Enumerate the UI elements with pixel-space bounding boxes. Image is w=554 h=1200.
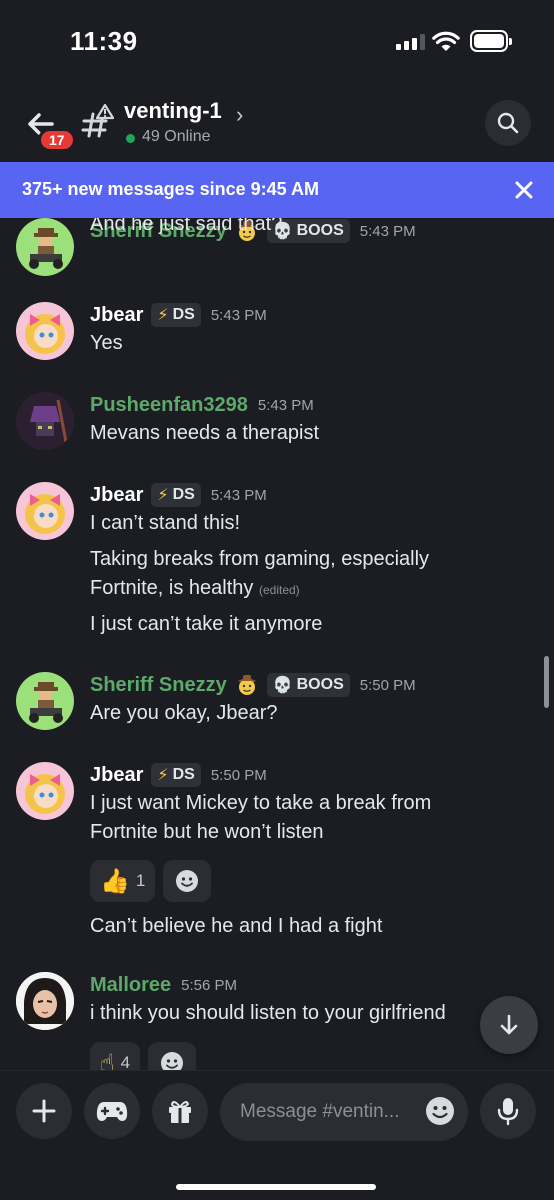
scrollbar-thumb[interactable] [544,656,549,708]
anime-girl-avatar-image [25,494,65,534]
timestamp: 5:43 PM [257,396,314,414]
author-name[interactable]: Sheriff Snezzy [90,674,227,697]
message-text: I can’t stand this! [90,512,241,534]
role-tag[interactable]: 💀 BOOS [266,673,350,697]
cowboy-kart-avatar-image [29,682,63,723]
message-text: I just can’t take it anymore [90,613,323,635]
message-text-fragment: Fortnite, is healthy [90,577,254,599]
avatar[interactable] [16,972,74,1030]
timestamp: 5:43 PM [210,306,267,324]
skull-icon: 💀 [272,677,293,694]
gift-button[interactable] [152,1083,208,1139]
reaction-count: 1 [135,871,146,890]
role-tag[interactable]: ⚡ DS [151,303,201,327]
avatar[interactable] [16,302,74,360]
message-list[interactable]: Sheriff Snezzy 💀 BOOS 5:43 PM And he just… [0,218,554,1070]
online-count: 49 Online [142,128,211,145]
home-indicator[interactable] [176,1184,376,1190]
add-reaction-smiley-icon [161,1052,184,1070]
activities-button[interactable] [84,1083,140,1139]
avatar[interactable] [16,392,74,450]
channel-header: 17 venting-1 › 49 Online [0,84,554,162]
pixel-character-avatar-image [16,392,74,450]
role-tag-label: DS [172,486,195,503]
add-reaction-smiley-icon [176,870,199,892]
jump-to-latest-button[interactable] [480,996,538,1054]
pointing-up-icon: ☝ [100,1049,115,1071]
add-attachment-button[interactable] [16,1083,72,1139]
thumbs-up-icon: 👍 [100,867,130,895]
battery-icon [470,30,512,52]
message-text: Mevans needs a therapist [90,422,320,444]
message-input[interactable]: Message #ventin... [220,1083,468,1141]
avatar[interactable] [16,762,74,820]
avatar[interactable] [16,482,74,540]
timestamp: 5:56 PM [181,976,238,994]
microphone-icon [497,1098,519,1126]
voice-message-button[interactable] [480,1083,536,1139]
timestamp: 5:50 PM [359,676,416,694]
role-tag-label: BOOS [296,676,344,693]
author-name[interactable]: Jbear [90,304,143,327]
role-tag[interactable]: ⚡ DS [151,763,201,787]
author-name[interactable]: Jbear [90,764,143,787]
cowboy-emoji-icon [237,675,256,695]
wifi-icon [432,31,460,51]
plus-icon [32,1099,56,1123]
cowboy-kart-avatar-image [29,228,63,269]
author-name[interactable]: Malloree [90,974,171,997]
message-text: Are you okay, Jbear? [90,702,278,724]
message-text: Taking breaks from gaming, especially [90,548,430,570]
lightning-icon: ⚡ [157,307,169,324]
add-reaction-button[interactable] [163,860,212,902]
search-button[interactable] [485,100,531,146]
avatar[interactable] [16,218,74,276]
timestamp: 5:50 PM [210,766,267,784]
search-icon [497,112,519,134]
message-text: And he just said that? [90,218,283,235]
message-text: Fortnite but he won’t listen [90,821,324,843]
status-time: 11:39 [70,26,138,56]
message-text: i think you should listen to your girlfr… [90,1002,446,1024]
cellular-signal-icon [396,34,426,50]
message-text: Fortnite, is healthy (edited) [90,574,540,605]
author-name[interactable]: Jbear [90,484,143,507]
add-reaction-button[interactable] [148,1042,197,1070]
reaction-row: 👍 1 [90,860,212,902]
emoji-picker-icon[interactable] [424,1095,456,1127]
anime-girl-avatar-image [25,774,65,814]
unread-badge: 17 [38,128,76,152]
lightning-icon: ⚡ [157,767,169,784]
chevron-right-icon[interactable]: › [236,102,243,128]
reaction-thumbs-up[interactable]: 👍 1 [90,860,156,902]
new-messages-text: 375+ new messages since 9:45 AM [22,179,319,199]
reaction-row: ☝ 4 [90,1042,197,1071]
gamepad-icon [96,1102,128,1121]
timestamp: 5:43 PM [210,486,267,504]
message-text: Can’t believe he and I had a fight [90,915,383,937]
status-bar: 11:39 [0,0,554,84]
message-text: Yes [90,332,123,354]
reaction-count: 4 [120,1053,131,1070]
role-tag-label: DS [172,766,195,783]
new-messages-bar[interactable]: 375+ new messages since 9:45 AM [0,162,554,218]
message-composer: Message #ventin... [0,1070,554,1200]
reaction-pointing-up[interactable]: ☝ 4 [90,1042,141,1071]
channel-name[interactable]: venting-1 [124,98,222,124]
lightning-icon: ⚡ [157,487,169,504]
message-text: I just want Mickey to take a break from [90,792,432,814]
author-name[interactable]: Pusheenfan3298 [90,394,248,417]
avatar[interactable] [16,672,74,730]
anime-girl-avatar-image [25,314,65,354]
role-tag-label: DS [172,306,195,323]
drawn-character-avatar-image [16,972,74,1030]
role-tag[interactable]: ⚡ DS [151,483,201,507]
arrow-down-icon [500,1014,518,1035]
channel-hash-warning-icon [81,104,114,138]
edited-label: (edited) [258,583,300,597]
close-icon[interactable] [512,178,536,202]
message-input-placeholder: Message #ventin... [240,1101,400,1122]
online-status-dot [126,134,135,143]
gift-icon [169,1101,191,1123]
